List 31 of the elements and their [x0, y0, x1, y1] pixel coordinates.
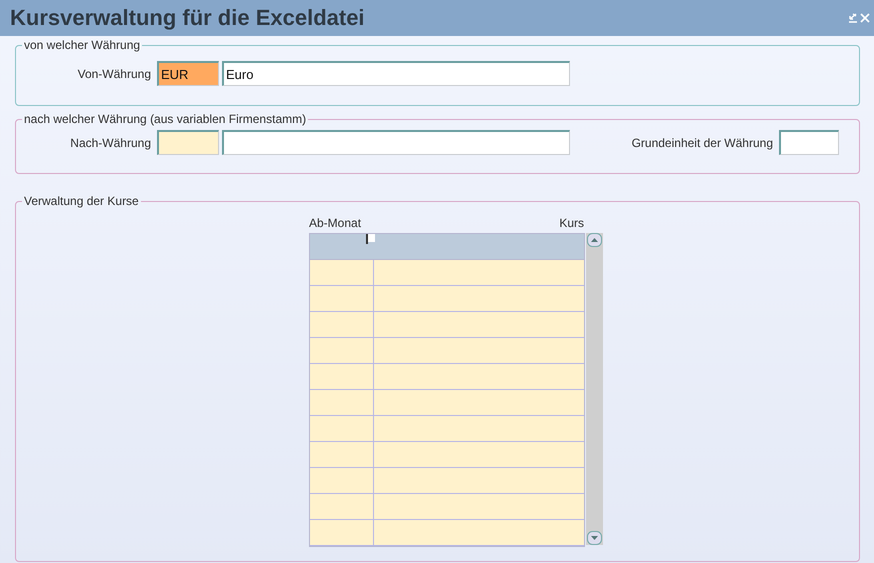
table-cell[interactable] [310, 416, 374, 442]
minimize-icon[interactable] [848, 13, 858, 23]
column-header: Ab-Monat [309, 216, 362, 230]
document-icon [366, 234, 375, 244]
table-cell[interactable] [310, 286, 374, 312]
currency-code-field[interactable]: EUR [157, 61, 219, 86]
table-cell[interactable] [310, 520, 374, 546]
currency-name-field[interactable] [222, 130, 570, 155]
table-cell[interactable] [310, 364, 374, 390]
scroll-down-icon[interactable] [587, 531, 602, 545]
window-title: Kursverwaltung für die Exceldatei [10, 5, 365, 31]
table-cell[interactable] [310, 494, 374, 520]
group-legend: von welcher Währung [22, 38, 142, 52]
table-cell[interactable] [310, 390, 374, 416]
table-cell[interactable] [310, 260, 374, 286]
scrollbar[interactable] [586, 233, 603, 545]
table-cell[interactable] [310, 442, 374, 468]
field-label: Grundeinheit der Währung [630, 136, 773, 150]
close-icon[interactable] [860, 13, 870, 23]
table-cell[interactable] [310, 338, 374, 364]
group-legend: Verwaltung der Kurse [22, 194, 141, 208]
field-label: Nach-Währung [69, 136, 151, 150]
group-legend: nach welcher Währung (aus variablen Firmenstamm) [22, 112, 308, 126]
currency-name-field[interactable]: Euro [222, 61, 570, 86]
table-cell[interactable] [310, 468, 374, 494]
unit-field[interactable] [779, 130, 839, 155]
scroll-up-icon[interactable] [587, 233, 602, 247]
column-header: Kurs [559, 216, 584, 230]
table-cell[interactable] [310, 312, 374, 338]
currency-code-field[interactable] [157, 130, 219, 155]
field-label: Von-Währung [76, 66, 151, 80]
